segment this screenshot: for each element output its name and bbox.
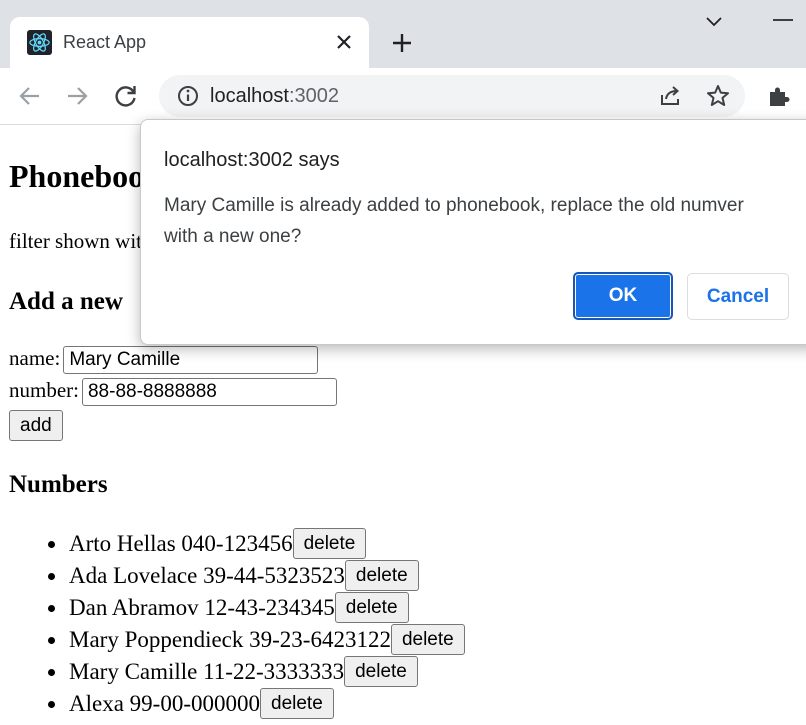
url-port: :3002 (288, 85, 339, 107)
delete-button[interactable]: delete (344, 560, 419, 592)
ok-button[interactable]: OK (573, 272, 673, 320)
numbers-heading: Numbers (9, 471, 108, 498)
name-label: name: (9, 346, 61, 370)
tab-strip: React App (0, 0, 806, 68)
close-tab-icon[interactable] (334, 32, 354, 52)
number-label: number: (9, 378, 79, 402)
entry-text: Arto Hellas 040-123456 (69, 531, 293, 556)
react-logo-icon (27, 30, 52, 55)
filter-label: filter shown with (9, 229, 153, 253)
address-bar[interactable]: localhost:3002 (159, 75, 745, 117)
entry-text: Mary Poppendieck 39-23-6423122 (69, 627, 391, 652)
delete-button[interactable]: delete (292, 528, 367, 560)
chevron-down-icon[interactable] (704, 12, 724, 32)
delete-button[interactable]: delete (344, 656, 418, 688)
url-host: localhost (210, 85, 289, 107)
cancel-button[interactable]: Cancel (687, 273, 789, 320)
add-new-heading: Add a new (9, 288, 123, 315)
delete-button[interactable]: delete (260, 688, 334, 720)
name-input[interactable] (63, 346, 319, 375)
numbers-list: Arto Hellas 040-123456 delete Ada Lovelac… (0, 528, 465, 720)
list-item: Mary Camille 11-22-3333333 delete (0, 656, 465, 688)
number-row: number: (9, 378, 337, 407)
tab-title: React App (63, 32, 147, 52)
share-icon[interactable] (657, 83, 683, 109)
reload-icon[interactable] (113, 83, 139, 109)
confirm-dialog: localhost:3002 says Mary Camille is alre… (140, 119, 806, 345)
delete-button[interactable]: delete (390, 624, 465, 656)
number-input[interactable] (81, 378, 337, 407)
dialog-title: localhost:3002 says (164, 149, 340, 171)
dialog-message: Mary Camille is already added to phonebo… (164, 195, 744, 247)
delete-button[interactable]: delete (334, 592, 409, 624)
list-item: Alexa 99-00-000000 delete (0, 688, 465, 720)
minimize-button[interactable] (773, 19, 793, 21)
add-button[interactable]: add (9, 410, 63, 441)
entry-text: Ada Lovelace 39-44-5323523 (69, 563, 345, 588)
list-item: Dan Abramov 12-43-234345 delete (0, 592, 465, 624)
entry-text: Alexa 99-00-000000 (69, 691, 260, 716)
back-icon[interactable] (17, 83, 43, 109)
list-item: Mary Poppendieck 39-23-6423122 delete (0, 624, 465, 656)
new-tab-icon[interactable] (391, 32, 413, 54)
browser-tab[interactable]: React App (10, 17, 369, 68)
url-text: localhost:3002 (210, 85, 339, 108)
bookmark-star-icon[interactable] (705, 83, 731, 109)
extensions-puzzle-icon[interactable] (766, 83, 792, 109)
page-title: Phonebook (9, 158, 162, 194)
entry-text: Dan Abramov 12-43-234345 (69, 595, 335, 620)
name-row: name: (9, 346, 319, 375)
list-item: Arto Hellas 040-123456 delete (0, 528, 465, 560)
forward-icon[interactable] (64, 83, 90, 109)
list-item: Ada Lovelace 39-44-5323523 delete (0, 560, 465, 592)
entry-text: Mary Camille 11-22-3333333 (69, 659, 345, 684)
site-info-icon[interactable] (175, 83, 201, 109)
browser-toolbar: localhost:3002 (0, 68, 806, 125)
